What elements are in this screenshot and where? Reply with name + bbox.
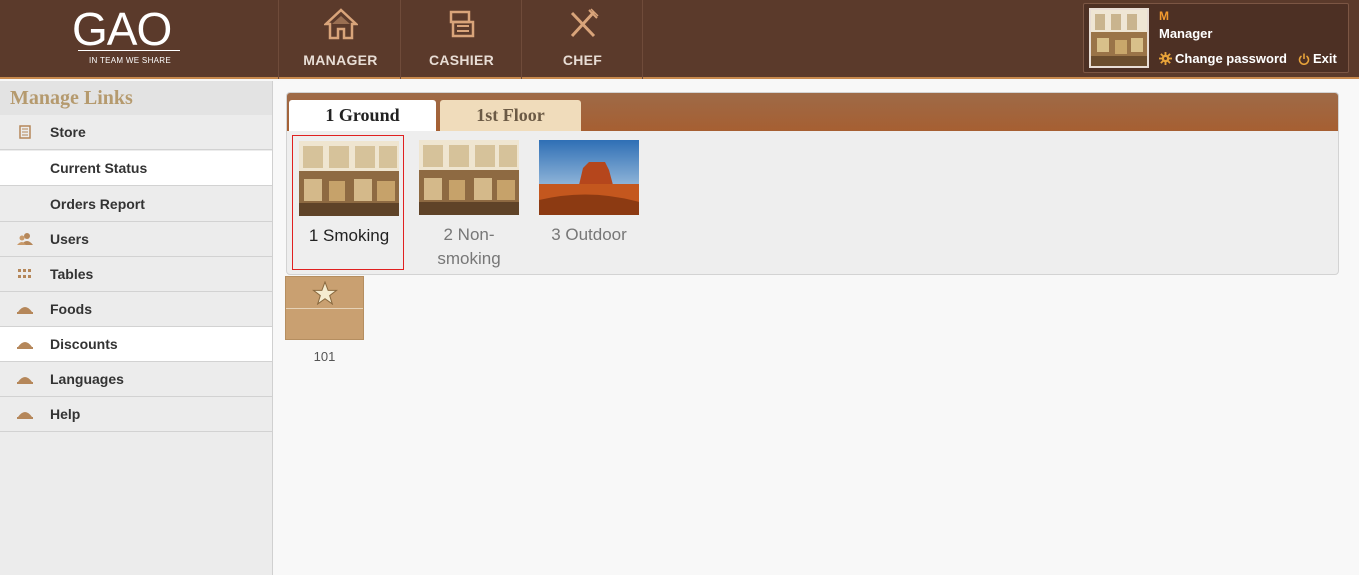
exit-label: Exit <box>1313 51 1337 66</box>
restaurant-photo <box>299 141 399 216</box>
cloche-icon <box>0 374 50 384</box>
user-initial: M <box>1159 9 1169 23</box>
sidebar-item-store[interactable]: Store <box>0 115 272 150</box>
user-name: Manager <box>1159 26 1213 41</box>
nav-chef-label: CHEF <box>562 52 603 68</box>
avatar <box>1089 8 1149 68</box>
area-label: 2 Non-smoking <box>437 225 501 268</box>
cloche-icon <box>0 339 50 349</box>
tab-1st-floor[interactable]: 1st Floor <box>440 100 581 131</box>
nav-cashier-label: CASHIER <box>428 52 495 68</box>
table-label: 101 <box>313 349 336 364</box>
top-header: GAO IN TEAM WE SHARE MANAGER CASHIER CHE… <box>0 0 1359 79</box>
area-label: 1 Smoking <box>308 226 390 245</box>
sidebar-item-foods[interactable]: Foods <box>0 292 272 327</box>
users-icon <box>0 232 50 246</box>
sidebar-item-help[interactable]: Help <box>0 397 272 432</box>
fork-knife-icon <box>522 8 643 40</box>
sidebar-item-label: Current Status <box>50 160 148 176</box>
table-tile-101[interactable] <box>285 276 364 340</box>
nav-manager-button[interactable]: MANAGER <box>280 0 401 79</box>
sidebar-item-label: Foods <box>50 301 92 317</box>
logo-text: GAO <box>72 3 172 55</box>
sidebar-item-label: Users <box>50 231 89 247</box>
area-label: 3 Outdoor <box>551 225 627 244</box>
floor-panel: 1 Ground 1st Floor 1 Smoking 2 Non-smoki… <box>286 92 1339 275</box>
power-icon <box>1298 53 1310 65</box>
sidebar-title-text: Manage Links <box>10 87 133 109</box>
restaurant-photo <box>419 140 519 215</box>
sidebar-item-label: Orders Report <box>50 196 145 212</box>
logo-underline <box>78 50 180 51</box>
cloche-icon <box>0 409 50 419</box>
tables-icon <box>0 269 50 279</box>
tab-1-ground[interactable]: 1 Ground <box>289 100 436 131</box>
area-smoking[interactable]: 1 Smoking <box>292 135 404 270</box>
sidebar-item-tables[interactable]: Tables <box>0 257 272 292</box>
nav-cashier-button[interactable]: CASHIER <box>401 0 522 79</box>
sidebar-item-label: Discounts <box>50 336 118 352</box>
desert-photo <box>539 140 639 215</box>
sidebar-item-discounts[interactable]: Discounts <box>0 327 272 362</box>
sidebar-title: Manage Links <box>0 81 272 115</box>
cloche-icon <box>0 304 50 314</box>
sidebar-item-current-status[interactable]: Current Status <box>0 151 272 186</box>
change-password-link[interactable]: Change password <box>1159 51 1287 66</box>
logo-tagline: IN TEAM WE SHARE <box>89 56 171 65</box>
user-panel: M Manager Change password Exit <box>1083 3 1349 73</box>
gear-icon <box>1159 52 1172 65</box>
sidebar: Manage Links Store Current Status Orders… <box>0 81 273 575</box>
sidebar-item-label: Languages <box>50 371 124 387</box>
sidebar-item-label: Store <box>50 124 86 140</box>
area-outdoor[interactable]: 3 Outdoor <box>533 135 645 270</box>
sidebar-item-label: Help <box>50 406 81 422</box>
exit-link[interactable]: Exit <box>1298 51 1337 66</box>
change-password-label: Change password <box>1175 51 1287 66</box>
area-non-smoking[interactable]: 2 Non-smoking <box>413 135 525 270</box>
logo[interactable]: GAO IN TEAM WE SHARE <box>0 0 279 79</box>
sidebar-item-languages[interactable]: Languages <box>0 362 272 397</box>
nav-manager-label: MANAGER <box>303 52 378 68</box>
store-icon <box>0 125 50 139</box>
cash-register-icon <box>401 8 522 40</box>
floor-tabs: 1 Ground 1st Floor <box>287 93 1338 131</box>
sidebar-item-users[interactable]: Users <box>0 222 272 257</box>
home-icon <box>280 8 401 40</box>
sidebar-item-orders-report[interactable]: Orders Report <box>0 187 272 222</box>
star-icon <box>286 277 363 309</box>
nav-chef-button[interactable]: CHEF <box>522 0 643 79</box>
sidebar-item-label: Tables <box>50 266 94 282</box>
